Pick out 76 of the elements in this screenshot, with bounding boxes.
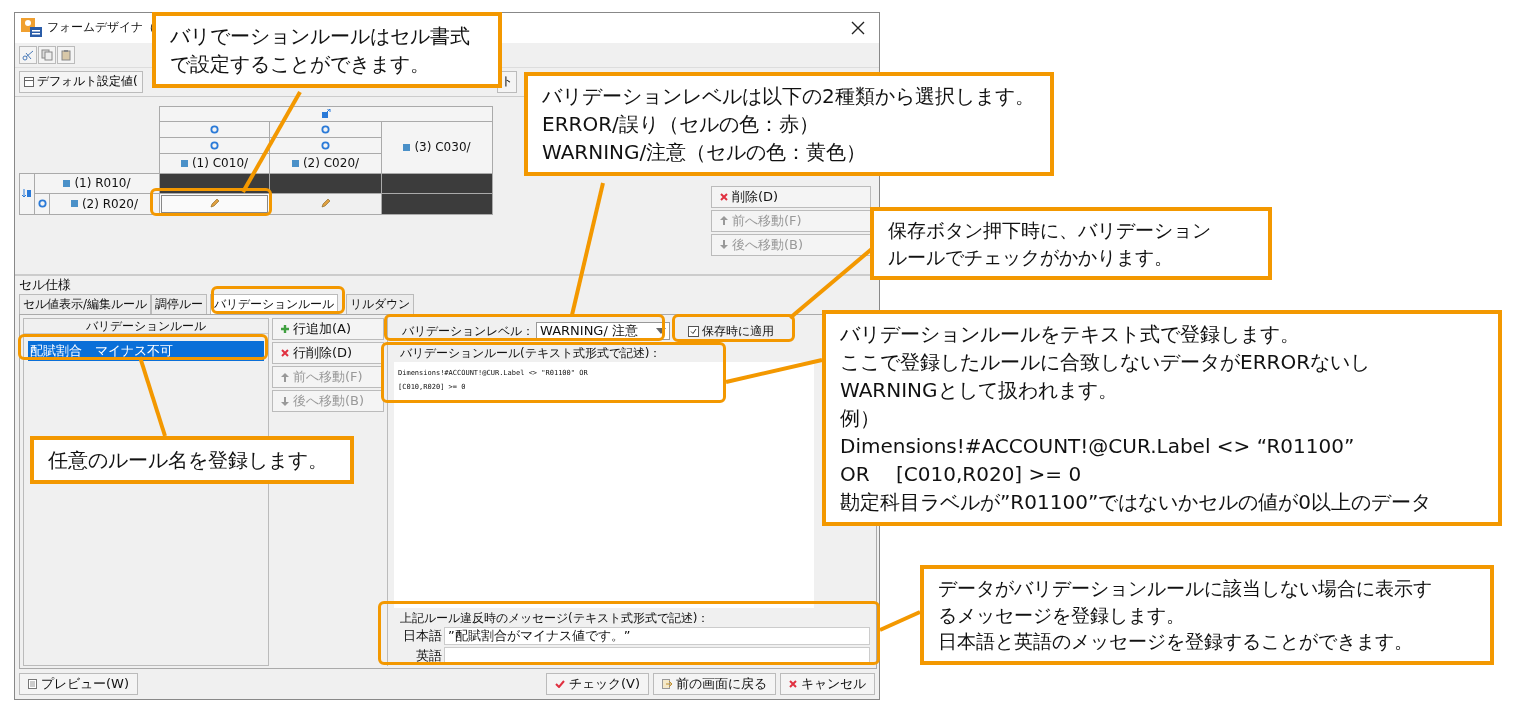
cut-button[interactable] [19,45,37,64]
callout-text: ここで登録したルールに合致しないデータがERRORないし [840,349,1371,376]
message-field[interactable]: ”配賦割合がマイナス値です。” [444,627,870,646]
up-arrow-icon [720,216,728,226]
close-icon[interactable] [851,20,865,35]
footer-button[interactable]: チェック(V) [545,673,649,696]
grid-cell[interactable] [381,172,493,194]
apply-on-save-checkbox[interactable]: 保存時に適用 [688,322,774,340]
column-label: (1) C010/ [191,156,249,171]
export-icon [321,109,331,119]
row-label: (2) R020/ [81,196,139,211]
clipboard-icon [60,48,72,61]
tab[interactable]: セル値表示/編集ルール [19,294,152,315]
callout-text: 例） [840,405,880,432]
callout-text: データがバリデーションルールに該当しない場合に表示す [938,576,1432,601]
preview-button[interactable]: プレビュー(W) [19,673,138,696]
column-label: (3) C030/ [414,140,471,155]
callout-text: バリデーションルールをテキスト式で登録します。 [840,321,1300,348]
close-icon [720,192,728,201]
section-title: セル仕様 [18,276,72,295]
check-icon [554,680,565,689]
close-icon [789,680,797,689]
callout-text: WARNINGとして扱われます。 [840,377,1118,404]
callout-text: Dimensions!#ACCOUNT!@CUR.Label <> “R01100” [840,433,1355,460]
footer-button[interactable]: キャンセル [780,673,875,696]
callout-text: WARNING/注意（セルの色：黄色） [542,139,867,166]
scissors-icon [22,48,34,61]
square-icon [70,200,78,208]
row-label: (1) R010/ [74,176,131,191]
grid-cell[interactable] [381,192,493,215]
document-icon [28,679,37,690]
table-icon [24,76,34,87]
checkbox[interactable] [688,325,699,337]
default-settings-tab[interactable]: デフォルト設定値( [19,70,143,93]
tab[interactable]: 調停ルー [151,294,208,315]
callout-text: バリでーションルールはセル書式 [170,23,470,50]
callout-text: OR [C010,R020] >= 0 [840,461,1082,488]
field-label: 日本語 [402,627,442,646]
field-label: 英語 [415,647,442,666]
footer-button[interactable]: 前の画面に戻る [653,673,776,696]
square-icon [63,179,71,187]
grid-action-button[interactable]: 削除(D) [711,185,871,208]
document-arrow-icon [662,679,672,690]
rule-text-label: バリデーションルール(テキスト式形式で記述)： [399,345,663,363]
column-label: (2) C020/ [302,156,360,171]
form-icon [21,17,43,38]
callout-text: ERROR/誤り（セルの色：赤） [542,111,819,138]
callout-text: るメッセージを登録します。 [938,602,1185,628]
callout-text: ルールでチェックがかかります。 [888,244,1173,270]
level-label: バリデーションレベル： [402,322,534,340]
plus-icon [281,325,289,334]
pencil-icon [210,199,219,209]
list-header: バリデーションルール [24,319,268,335]
message-label: 上記ルール違反時のメッセージ(テキスト式形式で記述)： [399,610,711,627]
callout-text: バリデーションレベルは以下の2種類から選択します。 [542,83,1035,110]
down-arrow-icon [720,240,728,250]
callout-text: 任意のルール名を登録します。 [48,447,328,474]
callout-text: 日本語と英語のメッセージを登録することができます。 [938,629,1413,655]
square-icon [180,159,188,167]
sync-icon [37,199,47,209]
down-arrow-icon [281,396,289,406]
callout-text: で設定することができます。 [170,51,430,78]
sort-icon [22,189,32,199]
square-icon [291,159,299,167]
callout-text: 保存ボタン押下時に、バリデーション [888,218,1211,243]
square-icon [403,143,411,151]
callout-text: 勘定科目ラベルが”R01100”ではないかセルの値が0以上のデータ [840,489,1431,516]
tab[interactable]: リルダウン [346,294,415,315]
pencil-icon [321,199,330,209]
rule-action-button[interactable]: 行追加(A) [272,318,384,341]
up-arrow-icon [281,372,289,382]
caret-icon [656,328,666,335]
paste-button[interactable] [57,45,75,64]
close-icon [281,349,289,358]
copy-icon [41,48,53,61]
rule-action-button[interactable]: 行削除(D) [272,342,384,365]
